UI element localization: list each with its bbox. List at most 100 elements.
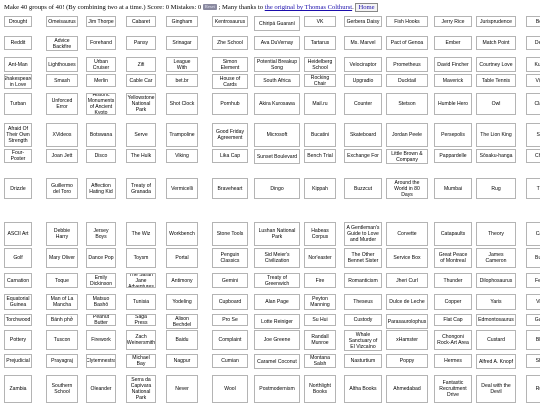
word-tile[interactable]: Northlight Books [304,375,336,403]
word-tile[interactable]: Service Box [386,248,428,268]
word-tile[interactable]: The [526,178,540,199]
word-tile[interactable]: Simon Element [212,57,248,72]
word-tile[interactable]: Vermicelli [166,178,198,199]
word-tile[interactable]: Portal [166,248,198,268]
word-tile[interactable]: Guillermo del Toro [46,178,78,199]
word-tile[interactable]: Kippah [304,178,336,199]
word-tile[interactable]: Reddit [4,36,32,50]
word-tile[interactable]: Skateboard [344,123,382,147]
word-tile[interactable]: Ant-Man [4,57,32,72]
word-tile[interactable]: Advice Backfire [46,36,78,51]
word-tile[interactable]: Zifi [126,57,156,72]
word-tile[interactable]: Cable Car [126,74,156,87]
word-tile[interactable]: Tartarus [304,36,336,50]
word-tile[interactable]: League With [166,57,198,72]
word-tile[interactable]: Treaty of Greenwich [254,273,300,288]
word-tile[interactable]: Randall Munroe [304,330,336,350]
word-tile[interactable]: Four-Poster [4,149,32,163]
word-tile[interactable]: Prayagraj [46,354,78,368]
word-tile[interactable]: Corvette [386,222,428,246]
word-tile[interactable]: Equatorial Guinea [4,294,32,310]
word-tile[interactable]: Unforced Error [46,93,78,115]
word-tile[interactable]: South Africa [254,74,300,87]
word-tile[interactable]: XVideos [46,123,78,147]
word-tile[interactable]: Smash [46,74,78,87]
word-tile[interactable]: Habeas Corpus [304,222,336,246]
word-tile[interactable]: Cupboard [212,294,248,310]
word-tile[interactable]: Jerry Rice [434,16,472,27]
word-tile[interactable]: Dilophosaurus [476,273,516,288]
word-tile[interactable]: Bela [526,16,540,27]
word-tile[interactable]: Treaty of Granada [126,178,156,199]
word-tile[interactable]: Never [166,375,198,403]
word-tile[interactable]: xHamster [386,330,428,350]
word-tile[interactable]: Carnation [4,273,32,288]
word-tile[interactable]: Workbench [166,222,198,246]
word-tile[interactable]: Alison Bechdel [166,314,198,329]
word-tile[interactable]: Lushan National Park [254,222,300,246]
word-tile[interactable]: Drought [4,16,32,27]
word-tile[interactable]: Hermes [434,354,472,368]
word-tile[interactable]: bet.br [166,74,198,87]
word-tile[interactable]: Exchange For [344,149,382,163]
word-tile[interactable]: Merlin [86,74,116,87]
word-tile[interactable]: Baidu [166,330,198,350]
word-tile[interactable]: Sid Meier's Civilization [254,248,300,268]
word-tile[interactable]: Braveheart [212,178,248,199]
word-tile[interactable]: Chiripá Guaraní [254,16,300,31]
word-tile[interactable]: Romanticism [344,273,382,288]
word-tile[interactable]: Altha Books [344,375,382,403]
word-tile[interactable]: Firework [86,330,116,350]
word-tile[interactable]: Mumbai [434,178,472,199]
word-tile[interactable]: Good Friday Agreement [212,123,248,147]
word-tile[interactable]: Jheri Curl [386,273,428,288]
word-tile[interactable]: Deep [526,36,540,50]
word-tile[interactable]: Rubi [526,375,540,403]
word-tile[interactable]: The Wiz [126,222,156,246]
word-tile[interactable]: Prejudicial [4,354,32,368]
word-tile[interactable]: Ms. Marvel [344,36,382,50]
word-tile[interactable]: Heidelberg School [304,57,336,72]
word-tile[interactable]: Bunn [526,248,540,268]
word-tile[interactable]: She- [526,354,540,368]
word-tile[interactable]: Trampoline [166,123,198,147]
word-tile[interactable]: Postmodernism [254,375,300,403]
word-tile[interactable]: Around the World in 80 Days [386,178,428,199]
word-tile[interactable]: Joan Jett [46,149,78,163]
word-tile[interactable]: Microsoft [254,123,300,147]
word-tile[interactable]: Gingham [166,16,198,27]
word-tile[interactable]: Drizzle [4,178,32,199]
word-tile[interactable]: Buzzcut [344,178,382,199]
word-tile[interactable]: Man of La Mancha [46,294,78,310]
word-tile[interactable]: Ducktail [386,74,428,87]
word-tile[interactable]: Match Point [476,36,516,50]
word-tile[interactable]: Spa [526,123,540,147]
word-tile[interactable]: Counter [344,93,382,115]
word-tile[interactable]: Fantastic Recruitment Drive [434,375,472,403]
word-tile[interactable]: House of Cards [212,74,248,89]
word-tile[interactable]: Blue [526,330,540,350]
word-tile[interactable]: Southern School [46,375,78,403]
word-tile[interactable]: Edmontosaurus [476,314,516,326]
word-tile[interactable]: Claus [526,93,540,115]
word-tile[interactable]: Flat Cap [434,314,472,326]
word-tile[interactable]: Kunal [526,57,540,72]
word-tile[interactable]: Bánh phở [46,314,78,326]
word-tile[interactable]: Kentrosaurus [212,16,248,27]
word-tile[interactable]: James Cameron [476,248,516,268]
word-tile[interactable]: Pottery [4,330,32,350]
word-tile[interactable]: Shakespeare in Love [4,74,32,89]
word-tile[interactable]: Turban [4,93,32,115]
word-tile[interactable]: Montana Salsh [304,354,336,368]
word-tile[interactable]: Serve [126,123,156,147]
word-tile[interactable]: Fish Hooks [386,16,428,27]
word-tile[interactable]: Deal with the Devil [476,375,516,403]
word-tile[interactable]: Upgradio [344,74,382,87]
word-tile[interactable]: Mary Oliver [46,248,78,268]
word-tile[interactable]: Shot Clock [166,93,198,115]
word-tile[interactable]: Jersey Boys [86,222,116,246]
word-tile[interactable]: Theory [476,222,516,246]
word-tile[interactable]: Michael Bay [126,354,156,368]
word-tile[interactable]: Saga Press [126,314,156,326]
word-tile[interactable]: Penguin Classics [212,248,248,268]
